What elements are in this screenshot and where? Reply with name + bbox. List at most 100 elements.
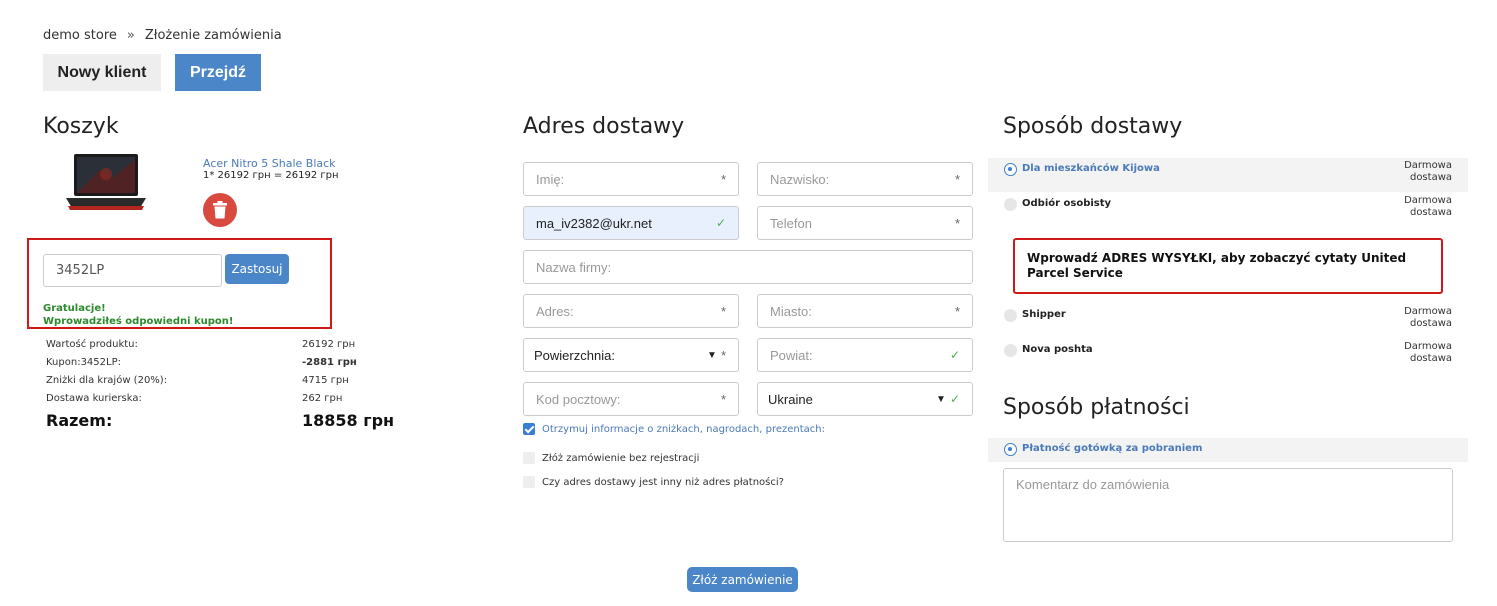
- shipping-method-row[interactable]: Nova poshta Darmowa dostawa: [988, 339, 1468, 373]
- shipping-cost-line1: Darmowa: [1404, 195, 1452, 206]
- check-icon: ✓: [715, 216, 726, 230]
- breadcrumb-current: Złożenie zamówienia: [144, 28, 282, 43]
- shipping-method-name: Nova poshta: [1022, 344, 1093, 355]
- summary-value: -2881 грн: [302, 357, 357, 368]
- shipping-cost: Darmowa dostawa: [1382, 195, 1452, 219]
- summary-label: Wartość produktu:: [46, 339, 138, 350]
- diff-address-checkbox[interactable]: [523, 476, 535, 488]
- summary-label: Kupon:3452LP:: [46, 357, 121, 368]
- first-name-field[interactable]: Imię: *: [523, 162, 739, 196]
- required-icon: *: [720, 391, 726, 407]
- required-icon: *: [954, 171, 960, 187]
- country-select[interactable]: Ukraine ▼ ✓: [757, 382, 973, 416]
- check-icon: ✓: [949, 348, 960, 362]
- no-register-option[interactable]: Złóż zamówienie bez rejestracji: [523, 452, 699, 464]
- no-register-checkbox[interactable]: [523, 452, 535, 464]
- coupon-success-message: Gratulacje! Wprowadziłeś odpowiedni kupo…: [43, 302, 233, 328]
- newsletter-checkbox[interactable]: [523, 423, 535, 435]
- district-field[interactable]: Powiat: ✓: [757, 338, 973, 372]
- shipping-cost-line1: Darmowa: [1404, 306, 1452, 317]
- shipping-radio[interactable]: [1004, 163, 1017, 176]
- newsletter-option[interactable]: Otrzymuj informacje o zniżkach, nagrodac…: [523, 423, 825, 435]
- shipping-method-name: Dla mieszkańców Kijowa: [1022, 163, 1160, 174]
- phone-field[interactable]: Telefon *: [757, 206, 973, 240]
- shipping-method-row[interactable]: Dla mieszkańców Kijowa Darmowa dostawa: [988, 158, 1468, 192]
- company-placeholder: Nazwa firmy:: [536, 259, 612, 275]
- last-name-placeholder: Nazwisko:: [770, 171, 830, 187]
- payment-title: Sposób płatności: [1003, 395, 1190, 420]
- diff-address-option[interactable]: Czy adres dostawy jest inny niż adres pł…: [523, 476, 784, 488]
- postcode-placeholder: Kod pocztowy:: [536, 391, 621, 407]
- coupon-input[interactable]: 3452LP: [43, 254, 222, 287]
- address-title: Adres dostawy: [523, 114, 685, 139]
- shipping-cost-line2: dostawa: [1409, 207, 1452, 218]
- shipping-title: Sposób dostawy: [1003, 114, 1183, 139]
- newsletter-label: Otrzymuj informacje o zniżkach, nagrodac…: [542, 423, 825, 435]
- coupon-msg-line1: Gratulacje!: [43, 303, 106, 314]
- total-value: 18858 грн: [302, 411, 395, 430]
- no-register-label: Złóż zamówienie bez rejestracji: [542, 452, 700, 464]
- shipping-cost-line2: dostawa: [1409, 353, 1452, 364]
- ups-address-notice: Wprowadź ADRES WYSYŁKI, aby zobaczyć cyt…: [1013, 238, 1443, 294]
- place-order-button[interactable]: Złóż zamówienie: [687, 567, 798, 592]
- country-value: Ukraine: [768, 391, 813, 407]
- coupon-msg-line2: Wprowadziłeś odpowiedni kupon!: [43, 316, 234, 327]
- street-field[interactable]: Adres: *: [523, 294, 739, 328]
- dropdown-arrow-icon: ▼: [936, 393, 946, 405]
- required-icon: *: [954, 215, 960, 231]
- go-button[interactable]: Przejdź: [175, 54, 261, 91]
- shipping-cost-line1: Darmowa: [1404, 341, 1452, 352]
- required-icon: *: [720, 303, 726, 319]
- shipping-radio[interactable]: [1004, 198, 1017, 211]
- breadcrumb-store-link[interactable]: demo store: [43, 28, 117, 43]
- shipping-cost-line1: Darmowa: [1404, 160, 1452, 171]
- shipping-method-row[interactable]: Shipper Darmowa dostawa: [988, 304, 1468, 338]
- shipping-method-row[interactable]: Odbiór osobisty Darmowa dostawa: [988, 193, 1468, 227]
- shipping-radio[interactable]: [1004, 309, 1017, 322]
- first-name-placeholder: Imię:: [536, 171, 565, 187]
- delete-product-button[interactable]: [203, 193, 237, 227]
- product-price-line: 1* 26192 грн = 26192 грн: [203, 170, 339, 181]
- street-placeholder: Adres:: [536, 303, 574, 319]
- payment-radio[interactable]: [1004, 443, 1017, 456]
- trash-icon: [213, 201, 227, 219]
- shipping-cost: Darmowa dostawa: [1382, 306, 1452, 330]
- summary-value: 4715 грн: [302, 375, 349, 386]
- shipping-cost: Darmowa dostawa: [1382, 341, 1452, 365]
- email-field[interactable]: ma_iv2382@ukr.net ✓: [523, 206, 739, 240]
- summary-value: 26192 грн: [302, 339, 356, 350]
- diff-address-label: Czy adres dostawy jest inny niż adres pł…: [542, 476, 784, 488]
- shipping-method-name: Shipper: [1022, 309, 1066, 320]
- summary-label: Dostawa kurierska:: [46, 393, 142, 404]
- summary-label: Zniżki dla krajów (20%):: [46, 375, 168, 386]
- product-image[interactable]: [60, 150, 152, 214]
- phone-placeholder: Telefon: [770, 215, 812, 231]
- summary-value: 262 грн: [302, 393, 343, 404]
- required-icon: *: [954, 303, 960, 319]
- required-icon: *: [720, 347, 726, 363]
- cart-title: Koszyk: [43, 114, 119, 139]
- product-name-link[interactable]: Acer Nitro 5 Shale Black: [203, 157, 336, 170]
- shipping-method-name: Odbiór osobisty: [1022, 198, 1112, 209]
- city-field[interactable]: Miasto: *: [757, 294, 973, 328]
- check-icon: ✓: [949, 392, 960, 406]
- city-placeholder: Miasto:: [770, 303, 812, 319]
- region-select[interactable]: Powierzchnia: ▼ *: [523, 338, 739, 372]
- dropdown-arrow-icon: ▼: [707, 349, 717, 361]
- order-comment-textarea[interactable]: Komentarz do zamówienia: [1003, 468, 1453, 542]
- payment-method-name: Płatność gotówką za pobraniem: [1022, 443, 1203, 454]
- new-client-button[interactable]: Nowy klient: [43, 54, 161, 91]
- shipping-cost: Darmowa dostawa: [1382, 160, 1452, 184]
- last-name-field[interactable]: Nazwisko: *: [757, 162, 973, 196]
- shipping-radio[interactable]: [1004, 344, 1017, 357]
- required-icon: *: [720, 171, 726, 187]
- shipping-cost-line2: dostawa: [1409, 172, 1452, 183]
- shipping-cost-line2: dostawa: [1409, 318, 1452, 329]
- payment-method-row[interactable]: Płatność gotówką za pobraniem: [988, 438, 1468, 462]
- total-label: Razem:: [46, 411, 113, 430]
- postcode-field[interactable]: Kod pocztowy: *: [523, 382, 739, 416]
- apply-coupon-button[interactable]: Zastosuj: [225, 254, 289, 284]
- company-field[interactable]: Nazwa firmy:: [523, 250, 973, 284]
- district-placeholder: Powiat:: [770, 347, 813, 363]
- breadcrumb: demo store » Złożenie zamówienia: [43, 28, 282, 43]
